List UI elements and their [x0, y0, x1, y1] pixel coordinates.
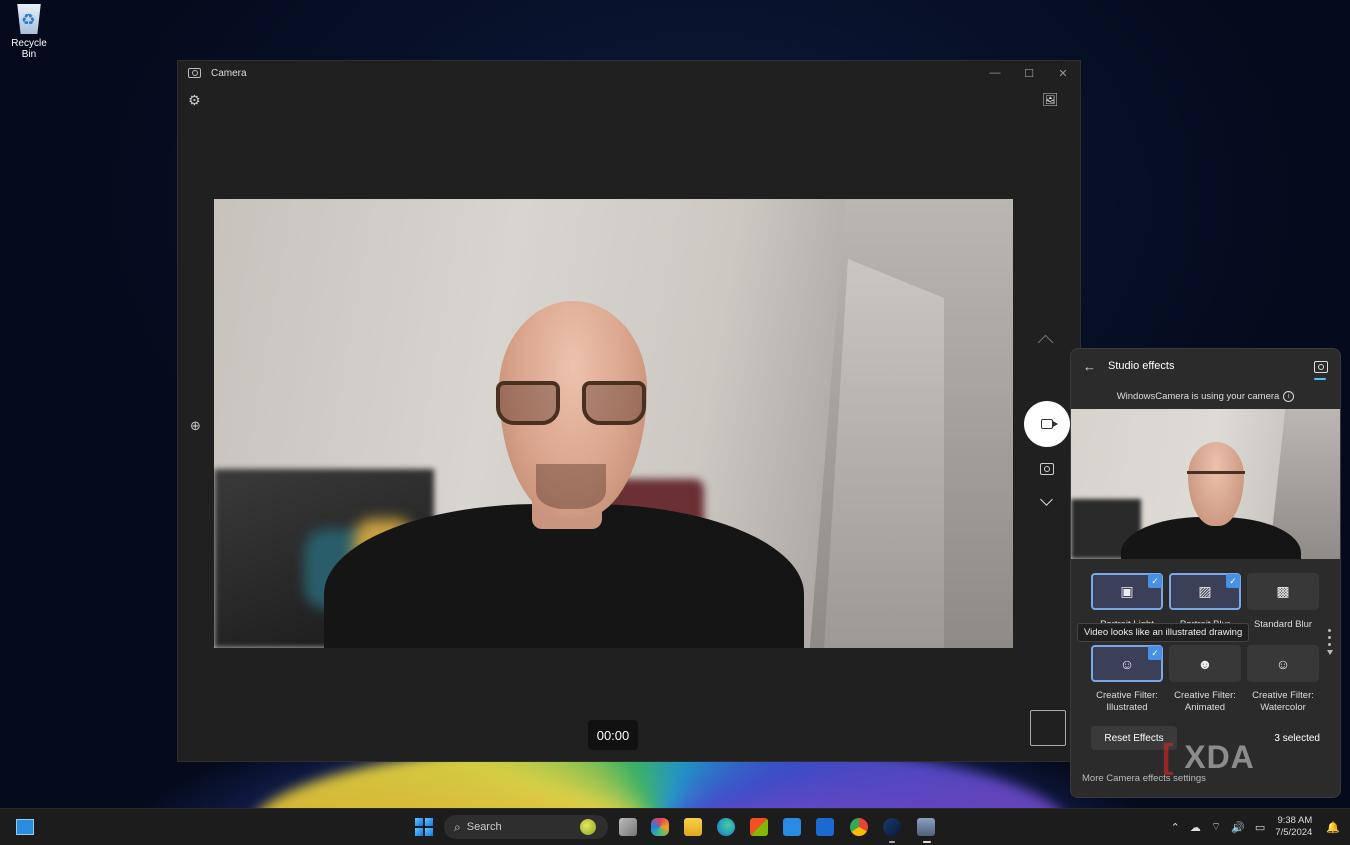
camera-app-icon	[188, 68, 201, 78]
recycle-bin[interactable]: Recycle Bin	[4, 4, 54, 60]
effect-label: Creative Filter: Animated	[1174, 690, 1236, 713]
start-button[interactable]	[415, 818, 433, 836]
clock-date: 7/5/2024	[1275, 827, 1313, 838]
portrait-blur-icon: ▨	[1198, 583, 1212, 599]
notification-bell-icon[interactable]: 🔔	[1326, 821, 1340, 834]
copilot-icon[interactable]	[651, 818, 669, 836]
effects-preview	[1071, 409, 1340, 559]
search-highlight-icon	[580, 819, 596, 835]
widgets-icon[interactable]	[16, 819, 34, 835]
effect-creative-animated[interactable]: ☻	[1169, 645, 1241, 682]
running-indicator	[889, 841, 895, 843]
store-icon[interactable]	[750, 818, 768, 836]
watercolor-filter-icon: ☺	[1275, 655, 1291, 672]
info-icon[interactable]: i	[1283, 391, 1295, 402]
camera-usage-text: WindowsCamera is using your camera i	[1071, 391, 1340, 407]
xda-watermark-logo: [ XDA	[1162, 738, 1255, 776]
animated-filter-icon: ☻	[1197, 655, 1213, 672]
camera-window: Camera — ☐ ✕ ⚙ 🖼 ⊕ 00:00	[177, 60, 1081, 762]
camera-preview	[214, 199, 1013, 648]
studio-effects-panel: ← Studio effects WindowsCamera is using …	[1070, 348, 1341, 798]
effect-creative-watercolor[interactable]: ☺	[1247, 645, 1319, 682]
word-app-icon[interactable]	[783, 818, 801, 836]
video-icon	[1041, 419, 1058, 429]
wifi-icon[interactable]: ⌔	[1211, 820, 1221, 834]
effect-label: Standard Blur	[1253, 619, 1313, 630]
effect-label: Creative Filter: Illustrated	[1096, 690, 1158, 713]
title-bar[interactable]: Camera — ☐ ✕	[178, 61, 1080, 85]
onedrive-icon[interactable]: ☁	[1190, 821, 1201, 834]
edge-icon[interactable]	[717, 818, 735, 836]
search-icon: ⌕	[454, 819, 461, 834]
chevron-up-icon[interactable]: ⌃	[1171, 821, 1180, 834]
clock-time: 9:38 AM	[1277, 815, 1313, 826]
effect-label: Creative Filter: Watercolor	[1252, 690, 1314, 713]
volume-icon[interactable]: 🔊	[1231, 821, 1245, 834]
checkmark-icon: ✓	[1148, 574, 1162, 588]
back-arrow-icon[interactable]: ←	[1083, 359, 1096, 374]
effect-creative-illustrated[interactable]: ☺ ✓	[1091, 645, 1163, 682]
studio-effects-title: Studio effects	[1108, 360, 1175, 372]
chrome-icon[interactable]	[850, 818, 868, 836]
gear-icon[interactable]: ⚙	[188, 92, 201, 109]
maximize-icon[interactable]: ☐	[1012, 61, 1046, 85]
standard-blur-icon: ▩	[1276, 583, 1290, 599]
chevron-down-icon[interactable]	[1040, 493, 1053, 506]
scrollbar[interactable]	[1327, 629, 1333, 655]
selected-count: 3 selected	[1274, 733, 1320, 744]
taskbar: ⌕ Search ⌃ ☁ ⌔ 🔊 ▭ 9:38 AM 7/5/2024 🔔	[0, 808, 1350, 845]
close-icon[interactable]: ✕	[1046, 61, 1080, 85]
system-tray: ⌃ ☁ ⌔ 🔊 ▭ 9:38 AM 7/5/2024 🔔	[1171, 809, 1350, 845]
recycle-bin-icon	[17, 4, 41, 34]
task-view-icon[interactable]	[619, 818, 637, 836]
usage-label: WindowsCamera is using your camera	[1116, 391, 1280, 403]
recording-timer: 00:00	[588, 720, 638, 750]
effect-tooltip: Video looks like an illustrated drawing	[1077, 623, 1250, 642]
checkmark-icon: ✓	[1148, 646, 1162, 660]
recycle-bin-label: Recycle Bin	[11, 38, 47, 60]
illustrated-filter-icon: ☺	[1119, 655, 1135, 672]
record-button[interactable]	[1024, 401, 1070, 447]
effect-portrait-light[interactable]: ▣ ✓	[1091, 573, 1163, 610]
taskbar-search[interactable]: ⌕ Search	[444, 815, 608, 839]
beta-app-icon[interactable]	[816, 818, 834, 836]
clock[interactable]: 9:38 AM 7/5/2024	[1275, 815, 1312, 839]
search-placeholder: Search	[466, 821, 502, 833]
checkmark-icon: ✓	[1226, 574, 1240, 588]
zoom-in-icon[interactable]: ⊕	[190, 418, 201, 434]
chevron-up-icon[interactable]	[1037, 334, 1054, 351]
effect-standard-blur[interactable]: ▩	[1247, 573, 1319, 610]
photo-mode-icon[interactable]	[1040, 463, 1054, 475]
file-explorer-icon[interactable]	[684, 818, 702, 836]
last-capture-thumbnail[interactable]	[1030, 710, 1066, 746]
camera-tab-indicator	[1314, 378, 1326, 380]
camera-icon[interactable]	[1314, 361, 1328, 373]
camera-taskbar-icon[interactable]	[917, 818, 935, 836]
minimize-icon[interactable]: —	[978, 61, 1012, 85]
window-title: Camera	[211, 67, 247, 79]
portrait-light-icon: ▣	[1120, 583, 1134, 599]
battery-icon[interactable]: ▭	[1255, 821, 1265, 834]
active-indicator	[923, 841, 931, 843]
effect-portrait-blur[interactable]: ▨ ✓	[1169, 573, 1241, 610]
studio-effects-header: ← Studio effects	[1071, 349, 1340, 383]
steam-icon[interactable]	[883, 818, 901, 836]
window-controls: — ☐ ✕	[978, 61, 1080, 85]
gallery-icon[interactable]: 🖼	[1042, 92, 1059, 110]
